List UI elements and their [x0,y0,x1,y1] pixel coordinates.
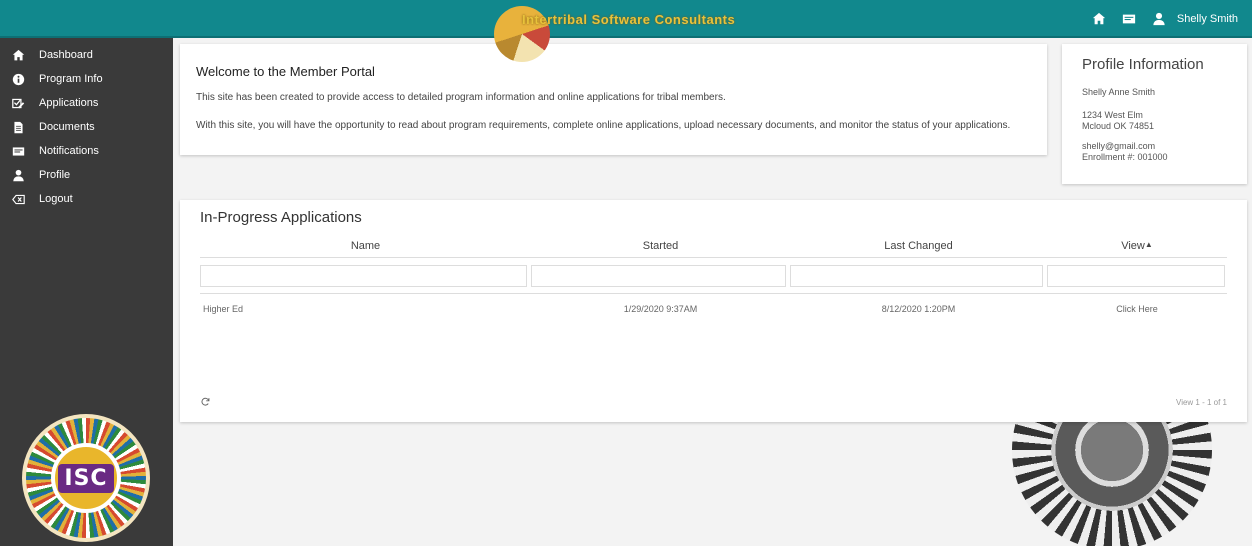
sidebar-item-label: Documents [39,121,95,133]
isc-logo: ISC [22,414,150,542]
profile-address-line1: 1234 West Elm [1082,110,1143,120]
filter-started-input[interactable] [531,264,786,287]
sidebar-nav: Dashboard Program Info Applications Docu… [0,38,173,211]
profile-card: Profile Information Shelly Anne Smith 12… [1062,44,1247,184]
welcome-title: Welcome to the Member Portal [196,64,375,79]
sidebar-item-applications[interactable]: Applications [0,91,173,115]
top-bar: Intertribal Software Consultants Shelly … [0,0,1252,62]
filter-name-input[interactable] [200,264,527,287]
pager-text: View 1 - 1 of 1 [1176,397,1227,407]
isc-logo-text: ISC [58,463,114,493]
sidebar-item-notifications[interactable]: Notifications [0,139,173,163]
sort-ascending-icon: ▲ [1144,239,1153,249]
applications-table: Name Started Last Changed View▲ Higher E… [200,234,1227,324]
cell-started: 1/29/2020 9:37AM [623,304,698,314]
welcome-paragraph-2: With this site, you will have the opport… [196,120,1011,131]
sidebar-item-label: Profile [39,169,71,181]
column-header-name[interactable]: Name [200,240,531,252]
view-application-link[interactable]: Click Here [1047,304,1227,314]
document-icon [11,120,25,134]
sidebar-item-documents[interactable]: Documents [0,115,173,139]
isc-logo-core: ISC [51,443,121,513]
brand-title: Intertribal Software Consultants [522,11,736,27]
user-icon[interactable] [1151,11,1167,27]
info-icon [11,72,25,86]
applications-title: In-Progress Applications [200,209,362,226]
sidebar-item-logout[interactable]: Logout [0,187,173,211]
table-footer: View 1 - 1 of 1 [200,396,1227,408]
table-filter-row [200,258,1227,294]
profile-address-line2: Mcloud OK 74851 [1082,121,1155,131]
profile-email: shelly@gmail.com [1082,141,1156,151]
table-row: Higher Ed 1/29/2020 9:37AM 8/12/2020 1:2… [200,294,1227,324]
column-header-last-changed[interactable]: Last Changed [790,240,1047,252]
topbar-actions: Shelly Smith [1091,0,1238,38]
brand: Intertribal Software Consultants [494,0,736,62]
home-icon[interactable] [1091,11,1107,27]
profile-full-name: Shelly Anne Smith [1082,87,1156,97]
cell-name: Higher Ed [203,304,244,314]
sidebar-item-label: Dashboard [39,49,93,61]
profile-enrollment: Enrollment #: 001000 [1082,152,1168,162]
logout-icon [11,192,25,206]
column-header-view[interactable]: View▲ [1047,240,1227,252]
cell-last-changed: 8/12/2020 1:20PM [881,304,956,314]
sidebar-item-label: Program Info [39,73,103,85]
user-name-link[interactable]: Shelly Smith [1177,13,1238,25]
sidebar-item-label: Applications [39,97,99,109]
column-header-started[interactable]: Started [531,240,790,252]
filter-last-changed-input[interactable] [790,264,1043,287]
sidebar-item-label: Logout [39,193,73,205]
welcome-paragraph-1: This site has been created to provide ac… [196,92,726,103]
message-icon[interactable] [1121,11,1137,27]
user-icon [11,168,25,182]
in-progress-applications-card: In-Progress Applications Name Started La… [180,200,1247,422]
column-header-view-label: View [1121,239,1145,252]
table-header-row: Name Started Last Changed View▲ [200,234,1227,258]
sidebar-item-program-info[interactable]: Program Info [0,67,173,91]
filter-view-input[interactable] [1047,264,1225,287]
home-icon [11,48,25,62]
sidebar: Dashboard Program Info Applications Docu… [0,38,173,546]
sidebar-item-profile[interactable]: Profile [0,163,173,187]
notification-icon [11,144,25,158]
sidebar-item-dashboard[interactable]: Dashboard [0,43,173,67]
refresh-icon[interactable] [200,396,212,408]
sidebar-item-label: Notifications [39,145,99,157]
profile-title: Profile Information [1082,56,1204,73]
edit-checkbox-icon [11,96,25,110]
welcome-card: Welcome to the Member Portal This site h… [180,44,1047,155]
